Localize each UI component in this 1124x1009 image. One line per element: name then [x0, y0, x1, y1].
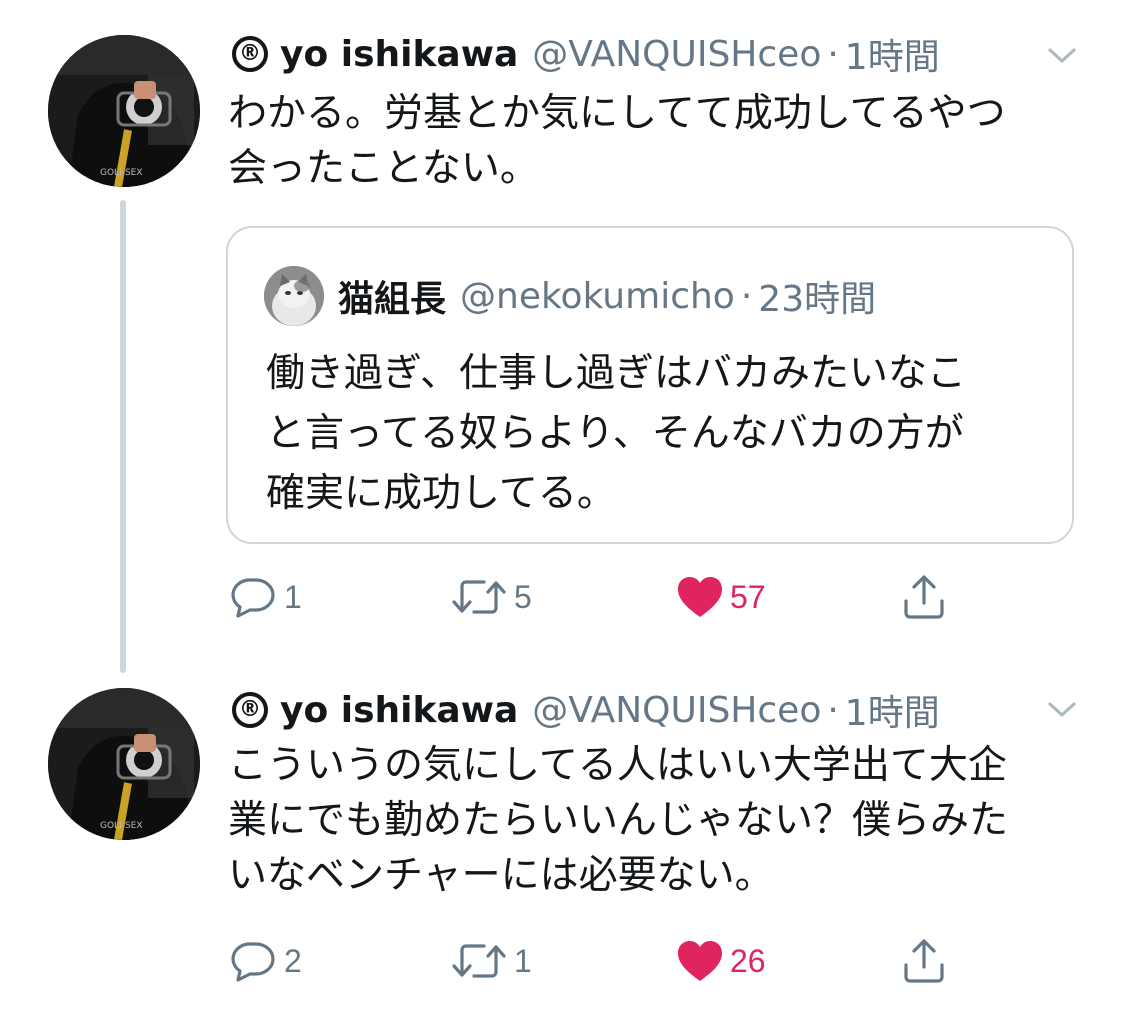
heart-icon [678, 941, 722, 981]
display-name[interactable]: yo ishikawa [280, 34, 518, 75]
separator-dot: · [827, 33, 839, 75]
avatar[interactable]: GOLI-SEX [48, 688, 200, 840]
registered-mark: ® [232, 692, 268, 728]
like-button[interactable]: 57 [676, 572, 766, 622]
tweet-text: こういうの気にしてる人はいい大学出て大企 業にでも勤めたらいいんじゃない？僕らみ… [228, 743, 1009, 898]
timestamp[interactable]: 1時間 [845, 684, 940, 736]
avatar[interactable]: GOLI-SEX [48, 35, 200, 187]
retweet-button[interactable]: 1 [450, 936, 532, 986]
thread-connector-line [120, 200, 126, 673]
quoted-tweet-header: 猫組長 @nekokumicho · 23時間 [264, 266, 876, 326]
avatar-photo: GOLI-SEX [48, 35, 200, 187]
reply-count: 1 [284, 578, 302, 615]
quoted-display-name[interactable]: 猫組長 [338, 270, 446, 322]
like-button[interactable]: 26 [676, 936, 766, 986]
tweet[interactable]: GOLI-SEX ® yo ishikawa @VANQUISHceo · 1時… [0, 0, 1124, 690]
quoted-tweet-card[interactable]: 猫組長 @nekokumicho · 23時間 働き過ぎ、仕事し過ぎはバカみたい… [226, 226, 1074, 544]
share-button[interactable] [900, 936, 948, 986]
tweet-header: ® yo ishikawa @VANQUISHceo · 1時間 [232, 688, 940, 734]
tweet-header: ® yo ishikawa @VANQUISHceo · 1時間 [232, 32, 940, 78]
tweet-actions: 1 5 57 [228, 572, 988, 622]
svg-text:GOLI-SEX: GOLI-SEX [100, 821, 143, 831]
reply-count: 2 [284, 942, 302, 979]
reply-button[interactable]: 2 [228, 936, 302, 986]
retweet-count: 5 [514, 578, 532, 615]
reply-icon [231, 578, 275, 618]
quoted-tweet-text: 働き過ぎ、仕事し過ぎはバカみたいなこ と言ってる奴らより、そんなバカの方が 確実… [266, 351, 967, 516]
cat-avatar-photo [264, 266, 324, 326]
reply-icon [231, 942, 275, 982]
user-handle[interactable]: @VANQUISHceo [532, 690, 821, 731]
tweet-text: わかる。労基とか気にしてて成功してるやつ 会ったことない。 [228, 91, 1006, 191]
share-icon [904, 939, 944, 983]
retweet-icon [452, 944, 506, 978]
avatar-photo: GOLI-SEX [48, 688, 200, 840]
svg-text:GOLI-SEX: GOLI-SEX [100, 168, 143, 178]
retweet-count: 1 [514, 942, 532, 979]
retweet-button[interactable]: 5 [450, 572, 532, 622]
heart-icon [678, 577, 722, 617]
tweet[interactable]: GOLI-SEX ® yo ishikawa @VANQUISHceo · 1時… [0, 670, 1124, 1009]
chevron-down-icon[interactable] [1046, 700, 1078, 720]
separator-dot: · [827, 689, 839, 731]
like-count: 57 [730, 578, 766, 615]
separator-dot: · [740, 275, 753, 317]
quoted-user-handle[interactable]: @nekokumicho [460, 276, 735, 317]
quoted-timestamp[interactable]: 23時間 [758, 270, 876, 322]
share-button[interactable] [900, 572, 948, 622]
cat-avatar[interactable] [264, 266, 324, 326]
reply-button[interactable]: 1 [228, 572, 302, 622]
registered-mark: ® [232, 36, 268, 72]
retweet-icon [452, 580, 506, 614]
user-handle[interactable]: @VANQUISHceo [532, 34, 821, 75]
tweet-actions: 2 1 26 [228, 936, 988, 986]
like-count: 26 [730, 942, 766, 979]
display-name[interactable]: yo ishikawa [280, 690, 518, 731]
share-icon [904, 575, 944, 619]
timestamp[interactable]: 1時間 [845, 28, 940, 80]
chevron-down-icon[interactable] [1046, 46, 1078, 66]
